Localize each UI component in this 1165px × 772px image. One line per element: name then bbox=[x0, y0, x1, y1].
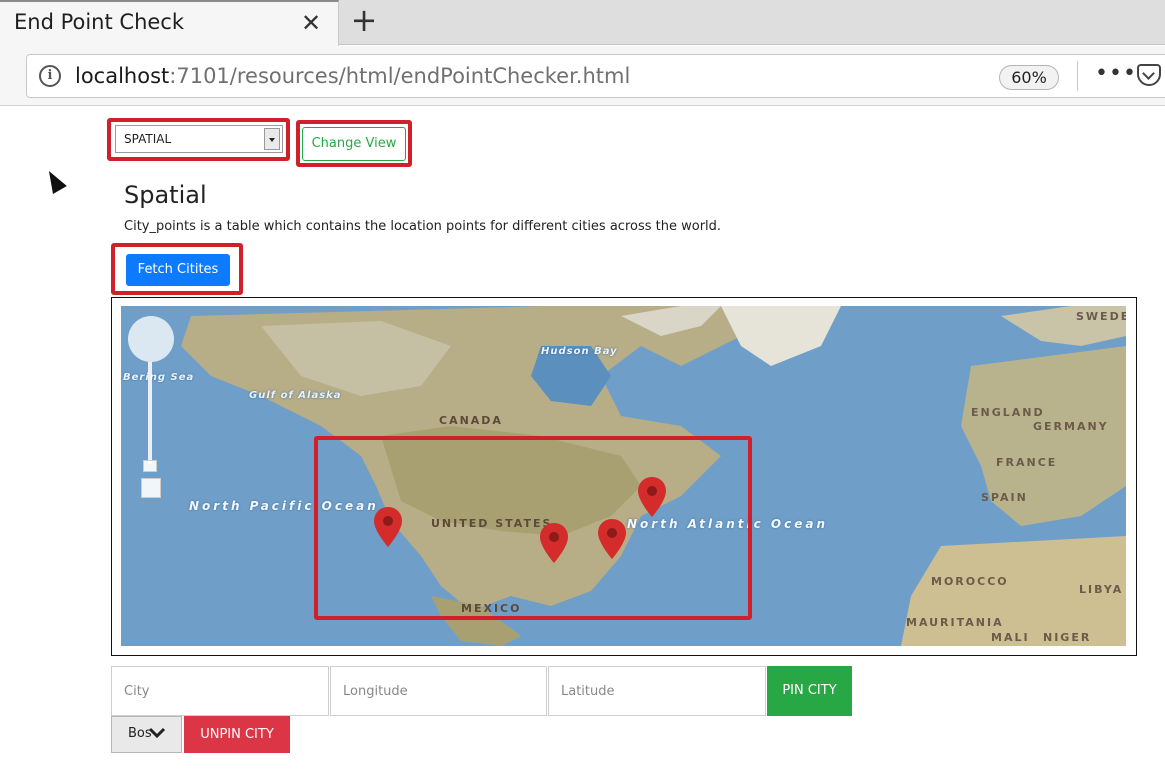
url-path: :7101/resources/html/endPointChecker.htm… bbox=[169, 64, 631, 88]
map-label-mali: MALI bbox=[991, 631, 1030, 644]
map-label-niger: NIGER bbox=[1043, 631, 1092, 644]
highlight-box bbox=[314, 436, 752, 620]
zoom-slider-track[interactable] bbox=[148, 362, 152, 464]
pin-city-button[interactable]: PIN CITY bbox=[767, 666, 852, 716]
map-label-north-pacific: North Pacific Ocean bbox=[189, 499, 379, 513]
mouse-cursor-icon bbox=[42, 167, 67, 195]
chevron-down-icon[interactable] bbox=[148, 724, 166, 742]
zoom-level-badge[interactable]: 60% bbox=[999, 65, 1059, 90]
map-label-mauritania: MAURITANIA bbox=[906, 616, 1004, 629]
city-select[interactable]: Bos bbox=[111, 716, 182, 753]
map-label-germany: GERMANY bbox=[1033, 420, 1109, 433]
map-label-libya: LIBYA bbox=[1079, 583, 1124, 596]
change-view-button[interactable]: Change View bbox=[302, 127, 406, 161]
close-tab-icon[interactable]: ✕ bbox=[300, 10, 322, 36]
unpin-city-button[interactable]: UNPIN CITY bbox=[184, 716, 290, 753]
tab-end-point-check[interactable]: End Point Check ✕ bbox=[0, 0, 339, 46]
map-label-spain: SPAIN bbox=[981, 491, 1028, 504]
map-label-france: FRANCE bbox=[996, 456, 1058, 469]
pan-control[interactable] bbox=[128, 316, 174, 362]
new-tab-icon[interactable]: + bbox=[350, 4, 378, 38]
url-divider bbox=[1077, 61, 1078, 91]
section-description: City_points is a table which contains th… bbox=[124, 219, 722, 234]
url-bar[interactable]: i localhost:7101/resources/html/endPoint… bbox=[26, 54, 1165, 98]
longitude-input[interactable]: Longitude bbox=[330, 666, 547, 716]
more-actions-icon[interactable]: ••• bbox=[1095, 61, 1137, 86]
map-label-gulf-alaska: Gulf of Alaska bbox=[249, 390, 342, 401]
tab-strip: End Point Check ✕ + bbox=[0, 0, 1165, 46]
zoom-out-button[interactable] bbox=[141, 478, 161, 498]
city-input[interactable]: City bbox=[111, 666, 329, 716]
url-host: localhost bbox=[75, 64, 170, 88]
map-label-sweden: SWEDE bbox=[1076, 310, 1126, 323]
tab-title: End Point Check bbox=[14, 10, 184, 34]
latitude-input[interactable]: Latitude bbox=[548, 666, 766, 716]
page-title: Spatial bbox=[124, 181, 207, 209]
fetch-cities-button[interactable]: Fetch Citites bbox=[126, 254, 230, 286]
map-label-bering-sea: Bering Sea bbox=[123, 372, 195, 383]
view-select-value: SPATIAL bbox=[124, 132, 172, 146]
map-label-hudson-bay: Hudson Bay bbox=[541, 346, 618, 357]
info-icon[interactable]: i bbox=[39, 65, 61, 87]
url-text[interactable]: localhost:7101/resources/html/endPointCh… bbox=[75, 64, 630, 88]
pocket-icon[interactable] bbox=[1137, 64, 1161, 86]
zoom-slider-thumb[interactable] bbox=[143, 460, 157, 472]
map-label-morocco: MOROCCO bbox=[931, 575, 1009, 588]
dropdown-arrow-icon[interactable] bbox=[264, 128, 280, 150]
nav-bar: i localhost:7101/resources/html/endPoint… bbox=[0, 46, 1165, 106]
view-select[interactable]: SPATIAL bbox=[115, 125, 283, 153]
map-label-england: ENGLAND bbox=[971, 406, 1045, 419]
map-label-canada: CANADA bbox=[439, 414, 503, 427]
